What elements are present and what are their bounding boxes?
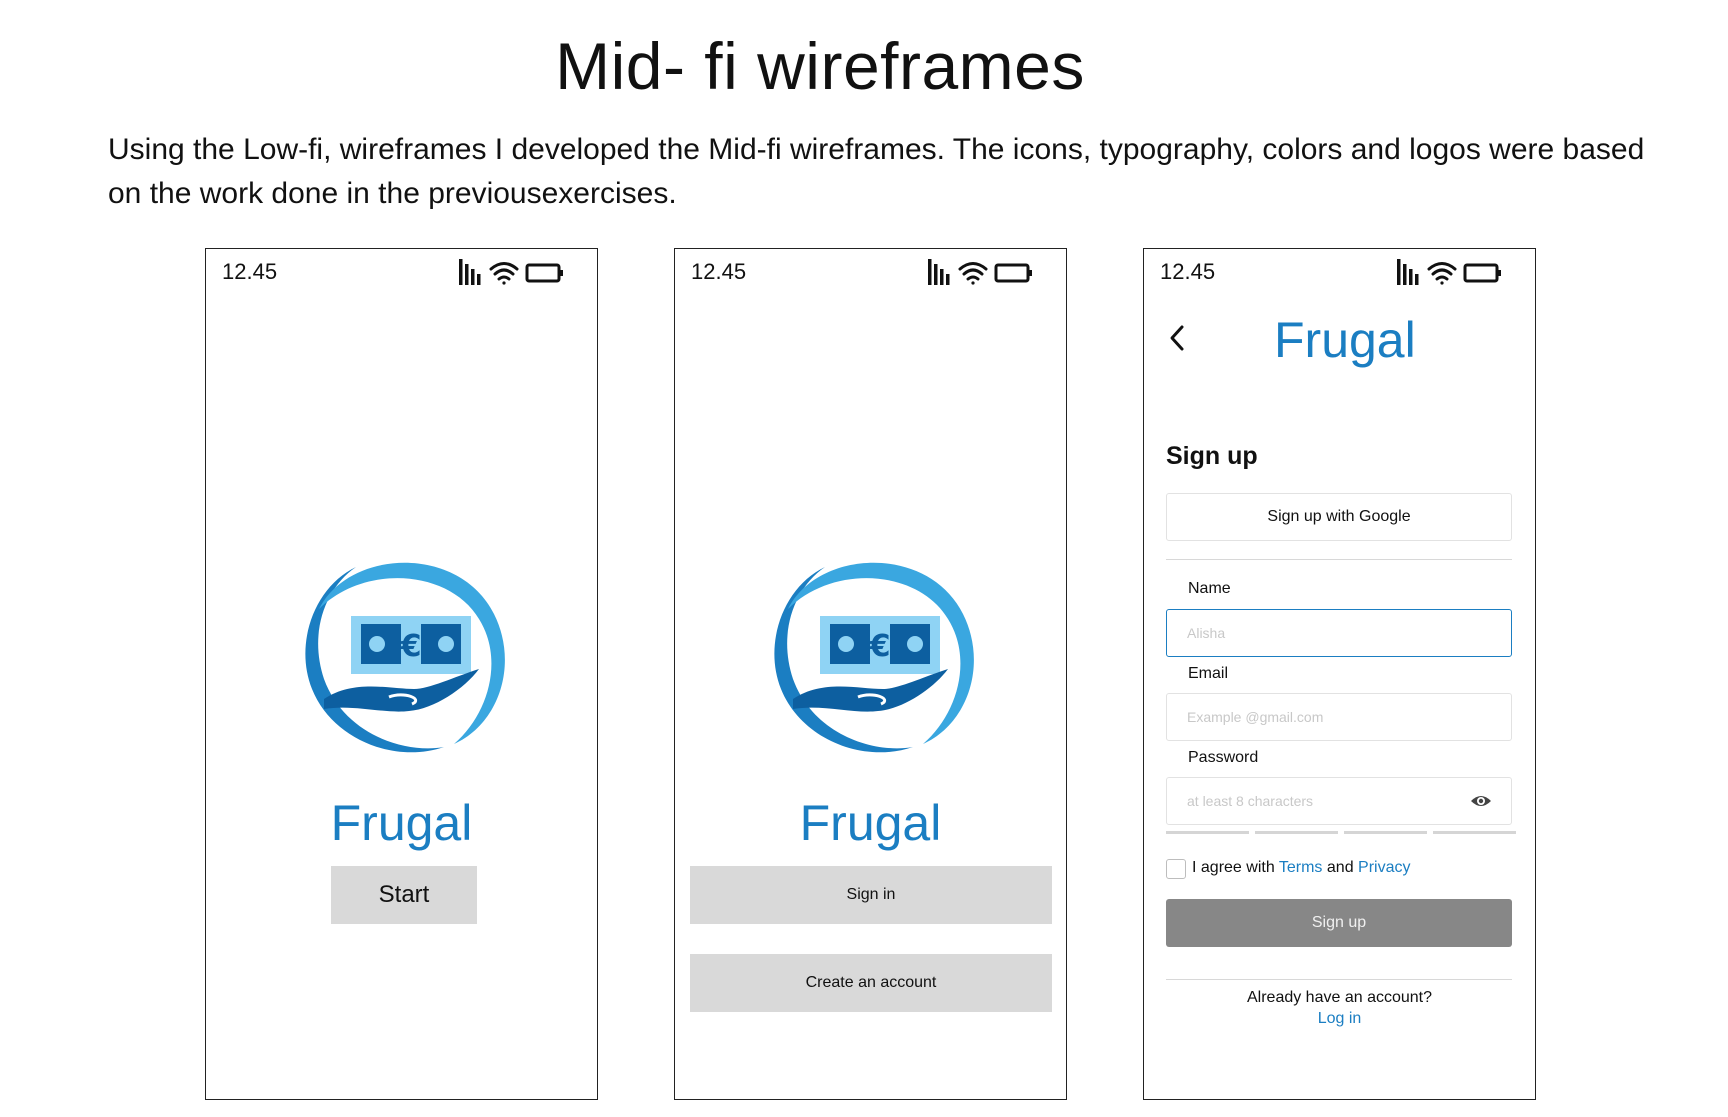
password-strength-bar [1255,831,1338,834]
email-input[interactable] [1166,693,1512,741]
brand-name: Frugal [799,795,942,851]
already-account-text: Already have an account? [1246,989,1432,1006]
page-title: Mid- fi wireframes [555,29,1085,103]
status-icons [1397,259,1501,285]
wireframe-page: Mid- fi wireframes Using the Low-fi, wir… [0,0,1728,1117]
agree-text: I agree with Terms and Privacy [1192,859,1411,877]
signal-bars-icon [1397,259,1419,285]
euro-icon: € [400,629,422,664]
agree-and: and [1326,859,1354,876]
status-icons [459,259,563,285]
email-label: Email [1188,665,1229,682]
brand-name: Frugal [1274,312,1416,368]
phone-welcome-screen: 12.45 € Frugal Sign in Create an account [674,248,1067,1100]
signal-bars-icon [459,259,481,285]
status-time: 12.45 [222,259,278,284]
terms-link[interactable]: Terms [1279,859,1323,876]
wifi-icon [958,262,988,285]
agree-prefix: I agree with [1192,859,1275,876]
battery-icon [1463,263,1501,283]
password-strength-bar [1433,831,1516,834]
privacy-link[interactable]: Privacy [1358,859,1410,876]
password-strength-bar [1344,831,1427,834]
brand-name: Frugal [330,795,473,851]
name-label: Name [1188,580,1231,597]
battery-icon [525,263,563,283]
signal-bars-icon [928,259,950,285]
start-button[interactable]: Start [331,866,477,924]
wifi-icon [489,262,519,285]
back-arrow-icon[interactable] [1166,323,1190,353]
status-icons [928,259,1032,285]
frugal-logo: € [294,549,509,764]
hand-icon [793,669,948,712]
phone-start-screen: 12.45 € Frugal Start [205,248,598,1100]
signup-heading: Sign up [1166,442,1258,470]
wifi-icon [1427,262,1457,285]
battery-icon [994,263,1032,283]
page-description: Using the Low-fi, wireframes I developed… [108,133,1645,210]
euro-icon: € [869,629,891,664]
password-input[interactable] [1166,777,1512,825]
sign-in-button[interactable]: Sign in [690,866,1052,924]
hand-icon [324,669,479,712]
password-label: Password [1188,749,1259,766]
create-account-button[interactable]: Create an account [690,954,1052,1012]
password-strength-bar [1166,831,1249,834]
log-in-link[interactable]: Log in [1144,1010,1535,1028]
status-time: 12.45 [1160,259,1216,284]
divider [1166,559,1512,560]
name-input[interactable] [1166,609,1512,657]
google-signup-button[interactable]: Sign up with Google [1166,493,1512,541]
sign-up-button[interactable]: Sign up [1166,899,1512,947]
eye-icon[interactable] [1470,793,1492,809]
divider [1166,979,1512,980]
frugal-logo: € [763,549,978,764]
agree-checkbox[interactable] [1166,859,1186,879]
status-time: 12.45 [691,259,747,284]
phone-signup-screen: 12.45 Frugal Sign up Sign up with Google… [1143,248,1536,1100]
